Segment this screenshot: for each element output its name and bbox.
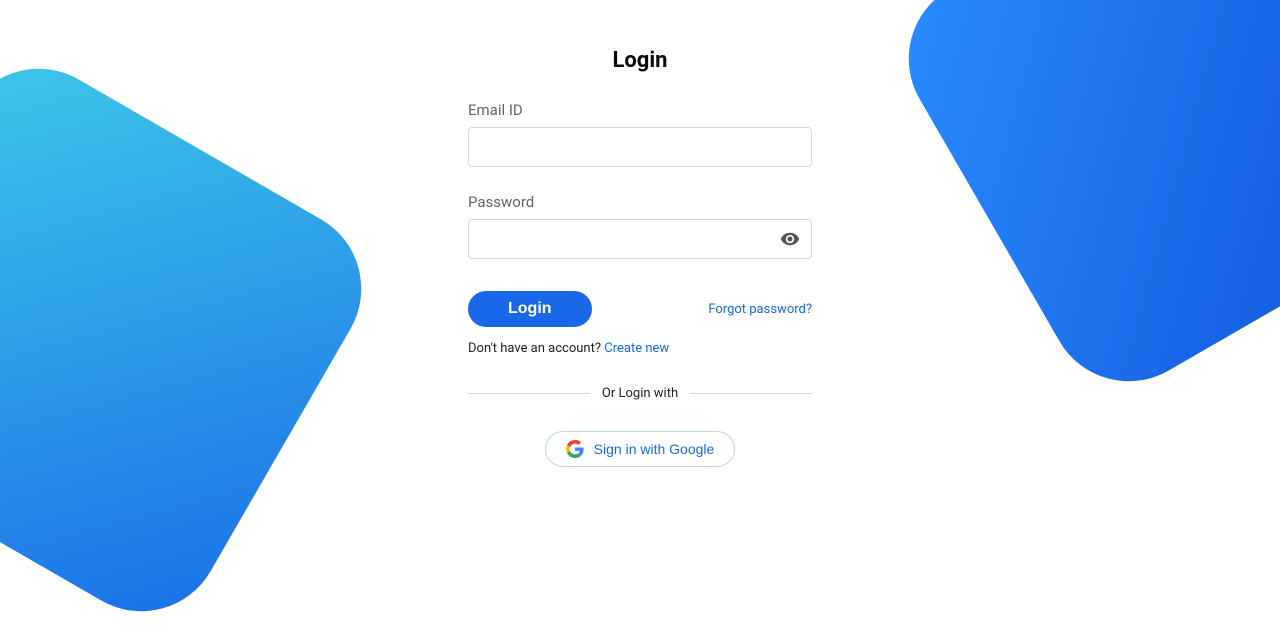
background-shape-right xyxy=(879,0,1280,411)
login-form: Login Email ID Password Login Forgot pas… xyxy=(468,0,812,467)
password-input[interactable] xyxy=(468,219,812,259)
google-icon xyxy=(566,440,584,458)
divider: Or Login with xyxy=(468,386,812,401)
google-button-wrap: Sign in with Google xyxy=(468,431,812,467)
email-input[interactable] xyxy=(468,127,812,167)
action-row: Login Forgot password? xyxy=(468,291,812,327)
toggle-password-visibility-icon[interactable] xyxy=(780,229,800,249)
login-button[interactable]: Login xyxy=(468,291,592,327)
divider-line-left xyxy=(468,393,590,394)
google-button-label: Sign in with Google xyxy=(594,441,715,457)
password-label: Password xyxy=(468,193,812,211)
signup-prompt: Don't have an account? xyxy=(468,341,604,356)
password-input-wrap xyxy=(468,219,812,259)
divider-text: Or Login with xyxy=(590,386,690,401)
create-account-link[interactable]: Create new xyxy=(604,341,669,356)
forgot-password-link[interactable]: Forgot password? xyxy=(708,302,812,317)
google-signin-button[interactable]: Sign in with Google xyxy=(545,431,736,467)
divider-line-right xyxy=(690,393,812,394)
signup-row: Don't have an account? Create new xyxy=(468,341,812,356)
background-shape-left xyxy=(0,39,391,640)
email-input-wrap xyxy=(468,127,812,167)
email-label: Email ID xyxy=(468,101,812,119)
email-field-group: Email ID xyxy=(468,101,812,167)
page-title: Login xyxy=(468,48,812,73)
eye-icon xyxy=(780,229,800,249)
password-field-group: Password xyxy=(468,193,812,259)
